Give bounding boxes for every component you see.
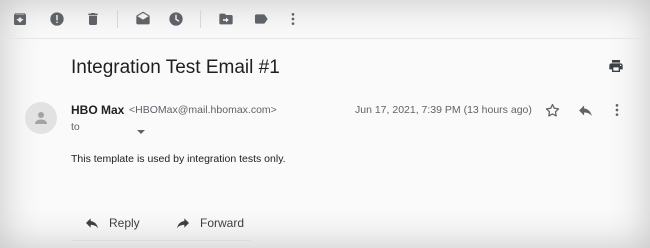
archive-icon[interactable] (11, 10, 29, 28)
sender-name: HBO Max (71, 103, 125, 117)
print-icon[interactable] (608, 58, 626, 76)
sender-avatar (25, 102, 57, 134)
email-date: Jun 17, 2021, 7:39 PM (13 hours ago) (355, 104, 532, 116)
reply-label: Reply (109, 216, 140, 230)
sender-email: <HBOMax@mail.hbomax.com> (129, 104, 277, 116)
star-icon[interactable] (543, 101, 561, 119)
person-icon (35, 112, 47, 124)
reply-button[interactable]: Reply (84, 210, 140, 236)
more-vert-icon[interactable] (608, 101, 626, 119)
report-spam-icon[interactable] (48, 10, 66, 28)
mark-unread-icon[interactable] (134, 10, 152, 28)
reply-icon[interactable] (576, 101, 594, 119)
snooze-icon[interactable] (167, 10, 185, 28)
message-toolbar (0, 0, 640, 39)
forward-button[interactable]: Forward (175, 210, 244, 236)
show-details-caret-icon[interactable] (136, 123, 146, 134)
move-to-icon[interactable] (217, 10, 235, 28)
recipient-label: to (71, 121, 80, 133)
divider (71, 240, 251, 241)
toolbar-divider (200, 10, 201, 28)
email-view: Integration Test Email #1 HBO Max <HBOMa… (0, 0, 650, 248)
reply-icon (86, 218, 98, 229)
forward-icon (177, 218, 189, 229)
email-subject: Integration Test Email #1 (71, 57, 280, 78)
label-icon[interactable] (252, 10, 270, 28)
email-body: This template is used by integration tes… (71, 153, 286, 165)
forward-label: Forward (200, 216, 245, 230)
delete-icon[interactable] (84, 10, 102, 28)
more-vert-icon[interactable] (284, 10, 302, 28)
toolbar-divider (117, 10, 118, 28)
